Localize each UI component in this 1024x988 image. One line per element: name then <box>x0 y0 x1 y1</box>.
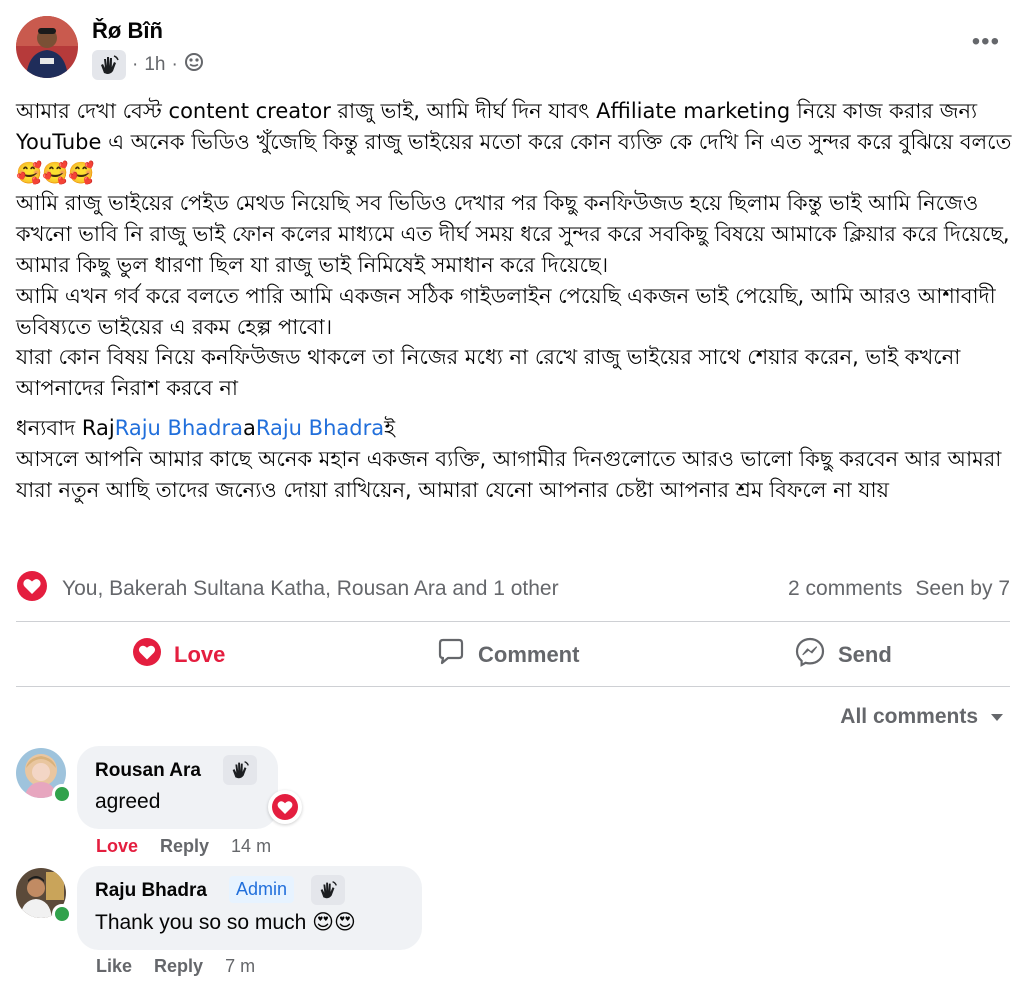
comment-actions: Like Reply 7 m <box>96 956 255 977</box>
post-paragraph: আমার দেখা বেস্ট content creator রাজু ভাই… <box>16 99 1012 185</box>
send-button[interactable]: Send <box>794 636 892 674</box>
post-time[interactable]: 1h <box>144 54 165 76</box>
love-icon <box>132 637 162 673</box>
love-button[interactable]: Love <box>132 636 225 674</box>
globe-icon[interactable] <box>184 52 204 78</box>
post-meta: · 1h · <box>92 50 204 80</box>
comment-bubble[interactable]: Rousan Ara agreed <box>77 746 278 829</box>
comment-button[interactable]: Comment <box>436 636 579 674</box>
post-text: আমার দেখা বেস্ট content creator রাজু ভাই… <box>16 96 1012 505</box>
mention-raju-bhadra[interactable]: Raju Bhadra <box>256 416 384 440</box>
comment-actions: Love Reply 14 m <box>96 836 271 857</box>
comment-author[interactable]: Raju Bhadra <box>95 880 207 902</box>
comment-count[interactable]: 2 comments <box>788 577 902 601</box>
divider <box>16 621 1010 622</box>
comment-bubble[interactable]: Raju Bhadra Admin Thank you so so much 😍… <box>77 866 422 950</box>
seen-count[interactable]: Seen by 7 <box>915 577 1010 601</box>
love-reaction-icon[interactable] <box>268 790 302 824</box>
wave-hand-icon[interactable] <box>311 875 345 905</box>
all-comments-filter[interactable]: All comments <box>840 702 1004 732</box>
more-options-icon[interactable]: ••• <box>972 30 1000 54</box>
wave-hand-icon[interactable] <box>92 50 126 80</box>
love-reaction-icon[interactable] <box>16 570 48 608</box>
comment-time[interactable]: 7 m <box>225 956 255 977</box>
caret-down-icon <box>990 705 1004 729</box>
love-label: Love <box>174 642 226 667</box>
emoji-smiling-hearts: 🥰🥰🥰 <box>16 160 95 185</box>
online-status-dot <box>52 784 72 804</box>
send-label: Send <box>838 642 892 667</box>
comment-time[interactable]: 14 m <box>231 836 271 857</box>
comment-like-button[interactable]: Like <box>96 956 132 977</box>
online-status-dot <box>52 904 72 924</box>
emoji-heart-eyes: 😍😍 <box>312 911 356 934</box>
comment-love-button[interactable]: Love <box>96 836 138 857</box>
reaction-summary: You, Bakerah Sultana Katha, Rousan Ara a… <box>16 570 1010 608</box>
author-name[interactable]: Řø Bîñ <box>92 16 163 46</box>
comment-icon <box>436 637 466 673</box>
reaction-names[interactable]: You, Bakerah Sultana Katha, Rousan Ara a… <box>62 577 559 601</box>
mention-raju-bhadra[interactable]: Raju Bhadra <box>115 416 243 440</box>
comment-label: Comment <box>478 642 580 667</box>
post-thanks-line: ধন্যবাদ RajRaju BhadraaRaju Bhadraই <box>16 415 396 440</box>
post-paragraph: আসলে আপনি আমার কাছে অনেক মহান একজন ব্যক্… <box>16 446 1002 502</box>
divider <box>16 686 1010 687</box>
wave-hand-icon[interactable] <box>223 755 257 785</box>
post-paragraph: আমি এখন গর্ব করে বলতে পারি আমি একজন সঠিক… <box>16 283 996 339</box>
comment-text: agreed <box>95 790 161 813</box>
meta-separator: · <box>171 54 178 75</box>
comment-reply-button[interactable]: Reply <box>154 956 203 977</box>
messenger-icon <box>794 636 826 674</box>
comment-text: Thank you so so much 😍😍 <box>95 911 356 934</box>
admin-badge: Admin <box>229 876 295 903</box>
post-paragraph: যারা কোন বিষয় নিয়ে কনফিউজড থাকলে তা নি… <box>16 345 961 401</box>
author-avatar[interactable] <box>16 16 78 78</box>
all-comments-label: All comments <box>840 705 978 728</box>
comment-reply-button[interactable]: Reply <box>160 836 209 857</box>
meta-separator: · <box>132 54 139 75</box>
comment-author[interactable]: Rousan Ara <box>95 760 201 782</box>
post-paragraph: আমি রাজু ভাইয়ের পেইড মেথড নিয়েছি সব ভি… <box>16 191 1010 277</box>
